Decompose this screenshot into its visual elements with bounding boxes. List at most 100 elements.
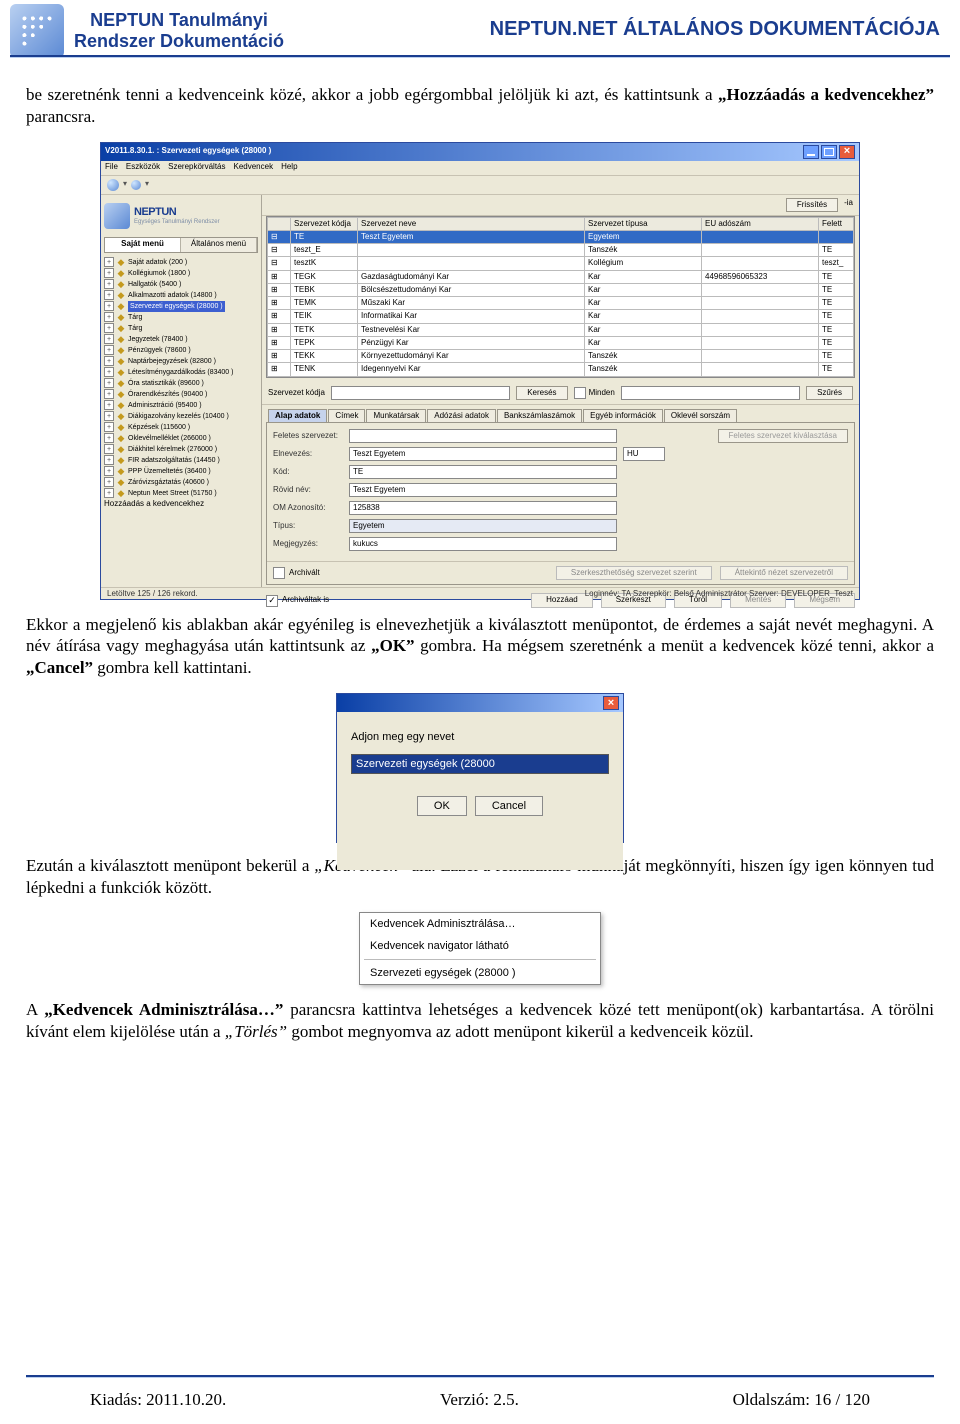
btn-overview[interactable]: Áttekintő nézet szervezetről [720, 566, 848, 580]
menu-roleswitch[interactable]: Szerepkörváltás [168, 162, 225, 172]
tree-item[interactable]: +◆Naptárbejegyzések (82800 ) [104, 356, 258, 367]
tree-item[interactable]: +◆Záróvizsgáztatás (40600 ) [104, 477, 258, 488]
tree-item[interactable]: +◆Tárg [104, 312, 258, 323]
expand-icon[interactable]: + [104, 334, 114, 344]
table-row[interactable]: ⊞TEKKKörnyezettudományi KarTanszékTE [268, 350, 854, 363]
row-expand-icon[interactable]: ⊞ [271, 325, 278, 334]
expand-icon[interactable]: + [104, 422, 114, 432]
expand-icon[interactable]: + [104, 444, 114, 454]
tree-item[interactable]: +◆Képzések (115600 ) [104, 422, 258, 433]
row-expand-icon[interactable]: ⊞ [271, 338, 278, 347]
row-expand-icon[interactable]: ⊞ [271, 298, 278, 307]
field-shortname[interactable]: Teszt Egyetem [349, 483, 617, 497]
showarchived-checkbox[interactable]: ✓ [266, 595, 278, 607]
menu-fav-nav[interactable]: Kedvencek navigator látható [360, 935, 600, 957]
table-row[interactable]: ⊞TETKTestnevelési KarKarTE [268, 323, 854, 336]
expand-icon[interactable]: + [104, 367, 114, 377]
grid-header[interactable]: EU adószám [702, 217, 819, 230]
table-row[interactable]: ⊟teszt_ETanszékTE [268, 244, 854, 257]
field-parent-org[interactable] [349, 429, 617, 443]
chevron-down-icon[interactable]: ▾ [123, 179, 127, 189]
detail-tab[interactable]: Munkatársak [366, 409, 426, 422]
tree-item[interactable]: +◆Diákhitel kérelmek (276000 ) [104, 444, 258, 455]
tree-item[interactable]: +◆FIR adatszolgáltatás (14450 ) [104, 455, 258, 466]
table-row[interactable]: ⊞TEGKGazdaságtudományi KarKar44968596065… [268, 270, 854, 283]
expand-icon[interactable]: + [104, 268, 114, 278]
add-button[interactable]: Hozzáad [531, 593, 593, 607]
expand-icon[interactable]: + [104, 400, 114, 410]
field-lang[interactable]: HU [623, 447, 665, 461]
search-button[interactable]: Keresés [516, 386, 567, 400]
field-code[interactable]: TE [349, 465, 617, 479]
expand-icon[interactable]: + [104, 378, 114, 388]
grid-header[interactable]: Szervezet kódja [291, 217, 358, 230]
table-row[interactable]: ⊞TEPKPénzügyi KarKarTE [268, 336, 854, 349]
select-parent-button[interactable]: Feletes szervezet kiválasztása [718, 429, 849, 443]
expand-icon[interactable]: + [104, 279, 114, 289]
expand-icon[interactable]: + [104, 433, 114, 443]
expand-icon[interactable]: + [104, 477, 114, 487]
field-omid[interactable]: 125838 [349, 501, 617, 515]
close-icon[interactable] [603, 696, 619, 710]
row-expand-icon[interactable]: ⊞ [271, 351, 278, 360]
expand-icon[interactable]: + [104, 466, 114, 476]
row-expand-icon[interactable]: ⊞ [271, 272, 278, 281]
btn-editbyorg[interactable]: Szerkeszthetőség szervezet szerint [556, 566, 712, 580]
tree-item[interactable]: +◆Szervezeti egységek (28000 ) [104, 301, 258, 312]
expand-icon[interactable]: + [104, 356, 114, 366]
detail-tab[interactable]: Egyéb információk [583, 409, 663, 422]
expand-icon[interactable]: + [104, 345, 114, 355]
expand-icon[interactable]: + [104, 455, 114, 465]
tree-item[interactable]: +◆Órarendkészítés (90400 ) [104, 389, 258, 400]
ok-button[interactable]: OK [417, 796, 467, 816]
dialog-input[interactable]: Szervezeti egységek (28000 [351, 754, 609, 774]
nav-back-icon[interactable] [107, 179, 119, 191]
field-note[interactable]: kukucs [349, 537, 617, 551]
menu-help[interactable]: Help [281, 162, 297, 172]
maximize-icon[interactable] [821, 145, 837, 159]
expand-icon[interactable]: + [104, 301, 114, 311]
row-expand-icon[interactable]: ⊟ [271, 232, 278, 241]
detail-tab[interactable]: Bankszámlaszámok [497, 409, 582, 422]
table-row[interactable]: ⊞TENKIdegennyelvi KarTanszékTE [268, 363, 854, 376]
detail-tab[interactable]: Adózási adatok [427, 409, 496, 422]
org-grid[interactable]: Szervezet kódjaSzervezet neveSzervezet t… [266, 216, 855, 378]
sidebar-tree[interactable]: +◆Saját adatok (200 )+◆Kollégiumok (1800… [104, 257, 258, 499]
detail-tab[interactable]: Alap adatok [268, 409, 327, 422]
tree-item[interactable]: +◆Neptun Meet Street (51750 ) [104, 488, 258, 499]
menu-favorites[interactable]: Kedvencek [233, 162, 273, 172]
grid-header[interactable]: Szervezet neve [358, 217, 585, 230]
archived-checkbox[interactable] [273, 567, 285, 579]
minimize-icon[interactable] [803, 145, 819, 159]
tree-item[interactable]: +◆Saját adatok (200 ) [104, 257, 258, 268]
expand-icon[interactable]: + [104, 257, 114, 267]
refresh-button[interactable]: Frissítés [786, 198, 838, 212]
chevron-down-icon[interactable]: ▾ [145, 179, 149, 189]
menu-file[interactable]: File [105, 162, 118, 172]
expand-icon[interactable]: + [104, 290, 114, 300]
grid-header[interactable]: Szervezet típusa [585, 217, 702, 230]
sidebar-tab-own[interactable]: Saját menü [105, 238, 181, 252]
filter-combo[interactable] [621, 386, 800, 400]
tree-item[interactable]: +◆Jegyzetek (78400 ) [104, 334, 258, 345]
tree-item[interactable]: +◆Adminisztráció (95400 ) [104, 400, 258, 411]
detail-tab[interactable]: Oklevél sorszám [664, 409, 737, 422]
table-row[interactable]: ⊟tesztKKollégiumteszt_ [268, 257, 854, 270]
tree-item[interactable]: +◆Óra statisztikák (89600 ) [104, 378, 258, 389]
expand-icon[interactable]: + [104, 323, 114, 333]
table-row[interactable]: ⊞TEBKBölcsészettudományi KarKarTE [268, 283, 854, 296]
tree-item[interactable]: +◆Diákigazolvány kezelés (10400 ) [104, 411, 258, 422]
row-expand-icon[interactable]: ⊟ [271, 245, 278, 254]
expand-icon[interactable]: + [104, 312, 114, 322]
table-row[interactable]: ⊞TEMKMűszaki KarKarTE [268, 297, 854, 310]
tree-item[interactable]: +◆Létesítménygazdálkodás (83400 ) [104, 367, 258, 378]
nav-fwd-icon[interactable] [131, 180, 141, 190]
row-expand-icon[interactable]: ⊞ [271, 285, 278, 294]
row-expand-icon[interactable]: ⊟ [271, 258, 278, 267]
row-expand-icon[interactable]: ⊞ [271, 364, 278, 373]
sidebar-tab-general[interactable]: Általános menü [181, 238, 257, 252]
menu-fav-item[interactable]: Szervezeti egységek (28000 ) [360, 962, 600, 984]
close-icon[interactable] [839, 145, 855, 159]
cancel-button[interactable]: Cancel [475, 796, 543, 816]
expand-icon[interactable]: + [104, 389, 114, 399]
